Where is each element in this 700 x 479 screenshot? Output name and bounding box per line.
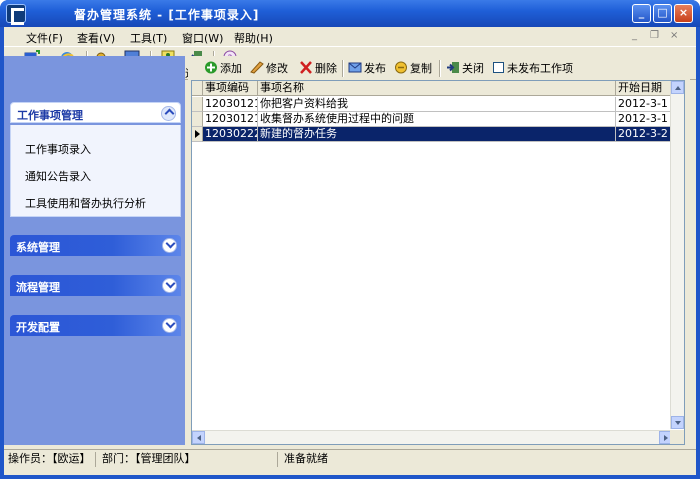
table-row-selected[interactable]: 120302221 新建的督办任务 2012-3-2 6 (192, 127, 672, 142)
scroll-down-arrow-icon[interactable] (671, 416, 684, 429)
column-header-start-date[interactable]: 开始日期 (616, 81, 672, 96)
checkbox-box[interactable] (493, 62, 504, 73)
expand-icon[interactable] (162, 238, 177, 253)
cell-start-date[interactable]: 2012-3-1 1 (616, 97, 672, 112)
mdi-close-button[interactable]: × (670, 30, 678, 41)
menu-window[interactable]: 窗口(W) (182, 30, 223, 46)
cell-start-date[interactable]: 2012-3-1 1 (616, 112, 672, 127)
copy-icon (395, 61, 407, 74)
action-separator (342, 60, 344, 77)
publish-button[interactable]: 发布 (348, 60, 386, 77)
sidebar-group-system[interactable]: 系统管理 (10, 235, 181, 256)
horizontal-scrollbar[interactable] (192, 430, 672, 444)
mdi-restore-button[interactable]: ❐ (650, 30, 659, 41)
minimize-button[interactable]: _ (632, 4, 651, 23)
scroll-up-arrow-icon[interactable] (671, 81, 684, 94)
publish-label: 发布 (364, 62, 386, 75)
edit-button[interactable]: 修改 (250, 60, 288, 77)
add-button[interactable]: 添加 (204, 60, 242, 77)
sidebar-item-usage-analysis[interactable]: 工具使用和督办执行分析 (25, 195, 146, 211)
cell-name[interactable]: 收集督办系统使用过程中的问题 (258, 112, 616, 127)
cell-code[interactable]: 120302221 (203, 127, 258, 142)
sidebar-group-work-items[interactable]: 工作事项管理 (10, 102, 181, 123)
scrollbar-corner (670, 430, 684, 444)
menu-help[interactable]: 帮助(H) (234, 30, 273, 46)
column-header-code[interactable]: 事项编码 (203, 81, 258, 96)
menu-view[interactable]: 查看(V) (77, 30, 115, 46)
expand-icon[interactable] (162, 318, 177, 333)
title-bar[interactable]: 督办管理系统 - [工作事项录入] _ □ × (0, 0, 700, 27)
menu-file[interactable]: 文件(F) (26, 30, 63, 46)
close-window-button[interactable]: 关闭 (446, 60, 484, 77)
status-department: 部门：【管理团队】 (98, 452, 278, 467)
unpublished-filter-label: 未发布工作项 (507, 62, 573, 75)
row-indicator (192, 112, 203, 127)
unpublished-filter-checkbox[interactable]: 未发布工作项 (493, 60, 573, 77)
close-button[interactable]: × (674, 4, 693, 23)
sidebar-group-dev-config[interactable]: 开发配置 (10, 315, 181, 336)
app-logo-icon[interactable] (6, 4, 26, 25)
menu-tools[interactable]: 工具(T) (130, 30, 167, 46)
table-row[interactable]: 120301218 收集督办系统使用过程中的问题 2012-3-1 1 (192, 112, 672, 127)
delete-label: 删除 (315, 62, 337, 75)
edit-icon (250, 61, 264, 74)
delete-button[interactable]: 删除 (299, 60, 337, 77)
maximize-button[interactable]: □ (653, 4, 672, 23)
edit-label: 修改 (266, 62, 288, 75)
app-window: 督办管理系统 - [工作事项录入] _ □ × 文件(F) 查看(V) 工具(T… (0, 0, 700, 479)
copy-button[interactable]: 复制 (394, 60, 432, 77)
sidebar: 工作事项管理 工作事项录入 通知公告录入 工具使用和督办执行分析 系统管理 流程… (4, 56, 185, 445)
current-row-pointer-icon (192, 127, 203, 142)
sidebar-group-title: 流程管理 (16, 281, 60, 294)
status-operator: 操作员：【欧运】 (4, 452, 96, 467)
content-panel: 添加 修改 删除 发布 复制 关闭 未发布工作项 事项编码 事项名称 开始日期 … (188, 56, 690, 445)
sidebar-group-work-items-body: 工作事项录入 通知公告录入 工具使用和督办执行分析 (10, 125, 181, 217)
action-separator (439, 60, 441, 77)
collapse-icon[interactable] (161, 106, 176, 121)
delete-icon (300, 61, 312, 74)
table-row[interactable]: 120301219 你把客户资料给我 2012-3-1 1 (192, 97, 672, 112)
vertical-scrollbar[interactable] (670, 81, 684, 429)
expand-icon[interactable] (162, 278, 177, 293)
column-header-name[interactable]: 事项名称 (258, 81, 616, 96)
cell-name[interactable]: 你把客户资料给我 (258, 97, 616, 112)
copy-label: 复制 (410, 62, 432, 75)
sidebar-item-notice-entry[interactable]: 通知公告录入 (25, 168, 91, 184)
action-toolbar: 添加 修改 删除 发布 复制 关闭 未发布工作项 (188, 56, 690, 80)
work-items-table: 事项编码 事项名称 开始日期 120301219 你把客户资料给我 2012-3… (191, 80, 685, 445)
sidebar-group-workflow[interactable]: 流程管理 (10, 275, 181, 296)
add-icon (205, 61, 217, 74)
row-indicator (192, 97, 203, 112)
close-icon (447, 62, 459, 73)
add-label: 添加 (220, 62, 242, 75)
sidebar-item-work-entry[interactable]: 工作事项录入 (25, 141, 91, 157)
scroll-left-arrow-icon[interactable] (192, 431, 205, 444)
cell-code[interactable]: 120301219 (203, 97, 258, 112)
sidebar-group-title: 工作事项管理 (17, 109, 83, 122)
status-bar: 操作员：【欧运】 部门：【管理团队】 准备就绪 (4, 449, 696, 467)
cell-start-date[interactable]: 2012-3-2 6 (616, 127, 672, 142)
table-header: 事项编码 事项名称 开始日期 (192, 81, 672, 96)
status-message: 准备就绪 (284, 452, 328, 465)
publish-icon (348, 62, 362, 73)
row-indicator-header (192, 81, 203, 96)
sidebar-group-title: 开发配置 (16, 321, 60, 334)
sidebar-group-title: 系统管理 (16, 241, 60, 254)
close-window-label: 关闭 (462, 62, 484, 75)
cell-name[interactable]: 新建的督办任务 (258, 127, 616, 142)
menu-bar: 文件(F) 查看(V) 工具(T) 窗口(W) 帮助(H) _ ❐ × (4, 27, 696, 46)
cell-code[interactable]: 120301218 (203, 112, 258, 127)
mdi-minimize-button[interactable]: _ (632, 30, 637, 41)
window-title: 督办管理系统 - [工作事项录入] (74, 8, 260, 22)
